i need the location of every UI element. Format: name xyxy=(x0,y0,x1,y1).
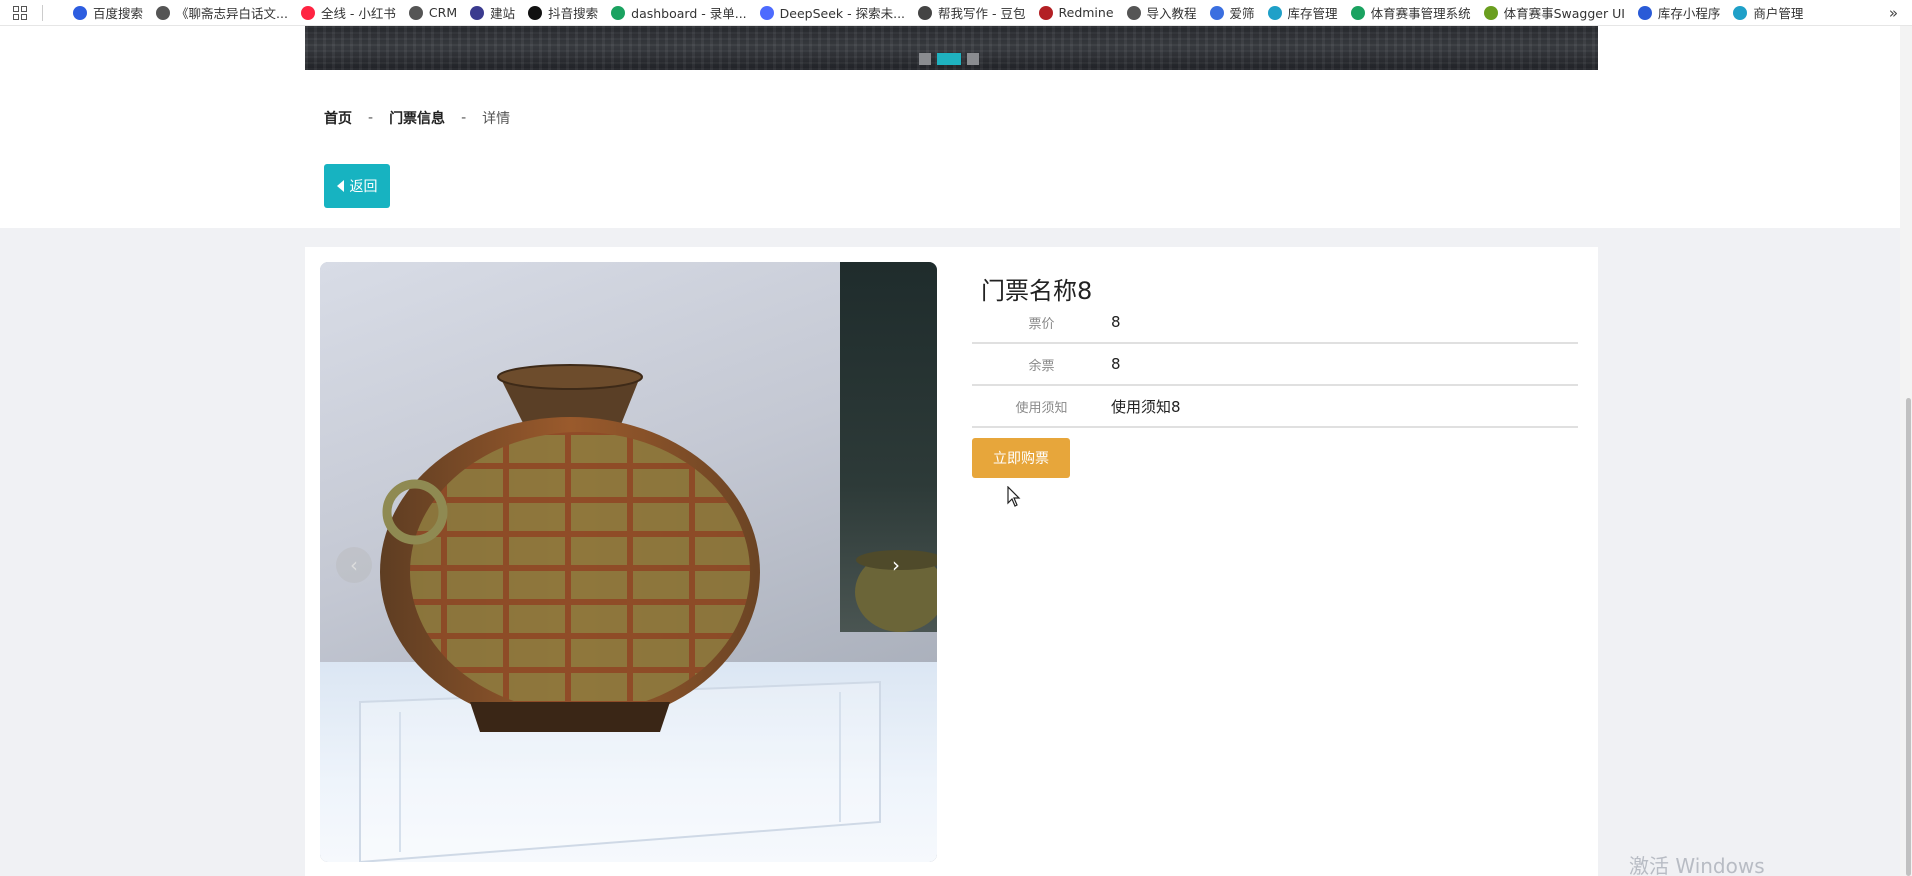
bookmark-item[interactable]: 体育赛事管理系统 xyxy=(1350,3,1471,22)
swagger-icon xyxy=(1483,5,1498,20)
globe-icon xyxy=(156,5,171,20)
carousel-dot[interactable] xyxy=(967,53,979,65)
xiaohongshu-icon xyxy=(300,5,315,20)
bookmark-label: CRM xyxy=(428,5,458,20)
bookmark-item[interactable]: 百度搜索 xyxy=(73,3,143,22)
bookmark-item[interactable]: 体育赛事Swagger UI xyxy=(1483,3,1625,22)
breadcrumb-current: 详情 xyxy=(482,111,511,127)
aishai-icon xyxy=(1209,5,1224,20)
bookmark-item[interactable]: 建站 xyxy=(470,3,515,22)
bookmark-list: 百度搜索 《聊斋志异白话文... 全线 - 小红书 CRM 建站 抖音搜索 dashboar… xyxy=(73,3,1816,22)
price-row: 票价 8 xyxy=(972,302,1578,344)
breadcrumb-separator: - xyxy=(368,110,374,126)
bookmark-item[interactable]: 库存管理 xyxy=(1267,3,1338,22)
price-label: 票价 xyxy=(1028,316,1055,332)
breadcrumb-home[interactable]: 首页 xyxy=(324,108,352,128)
carousel-prev-button[interactable]: ‹ xyxy=(336,547,372,583)
bookmarks-overflow-icon[interactable]: » xyxy=(1889,4,1898,22)
bookmark-label: 体育赛事Swagger UI xyxy=(1503,6,1625,21)
mountain-icon xyxy=(1637,5,1652,20)
remaining-value: 8 xyxy=(1111,355,1121,373)
breadcrumb-separator: - xyxy=(461,110,467,126)
bookmark-item[interactable]: CRM xyxy=(408,5,458,20)
bookmark-item[interactable]: 导入教程 xyxy=(1126,3,1197,22)
banner-carousel xyxy=(305,26,1598,70)
remaining-row: 余票 8 xyxy=(972,344,1578,386)
buy-ticket-button[interactable]: 立即购票 xyxy=(972,438,1070,478)
back-button[interactable]: 返回 xyxy=(324,164,390,208)
back-button-label: 返回 xyxy=(349,179,378,195)
bookmark-label: 导入教程 xyxy=(1146,6,1197,21)
carousel-next-button[interactable]: › xyxy=(878,547,914,583)
leaf-icon xyxy=(611,5,626,20)
tiktok-icon xyxy=(528,5,543,20)
bookmark-label: 百度搜索 xyxy=(93,6,144,21)
bookmarks-divider xyxy=(42,5,43,21)
price-value: 8 xyxy=(1111,313,1121,331)
scrollbar-thumb[interactable] xyxy=(1906,398,1911,876)
bookmark-label: 抖音搜索 xyxy=(548,6,599,21)
bookmark-label: DeepSeek - 探索未... xyxy=(779,6,906,21)
bookmark-label: 全线 - 小红书 xyxy=(320,6,396,21)
image-carousel: ‹ › xyxy=(320,262,937,862)
bookmark-item[interactable]: 爱筛 xyxy=(1209,3,1255,22)
caret-left-icon xyxy=(336,180,344,192)
notice-row: 使用须知 使用须知8 xyxy=(972,386,1578,428)
bookmark-item[interactable]: 商户管理 xyxy=(1733,3,1803,22)
bookmark-label: 库存小程序 xyxy=(1657,6,1721,21)
bookmark-label: 库存管理 xyxy=(1287,6,1338,21)
leaf-icon xyxy=(1350,5,1365,20)
bookmark-item[interactable]: 帮我写作 - 豆包 xyxy=(918,3,1026,22)
breadcrumb: 首页 - 门票信息 - 详情 xyxy=(324,108,510,128)
mouse-cursor-icon xyxy=(1007,486,1021,507)
bookmark-label: 《聊斋志异白话文... xyxy=(176,6,288,21)
carousel-indicators xyxy=(919,53,979,65)
globe-icon xyxy=(1126,5,1141,20)
bookmark-label: 商户管理 xyxy=(1753,6,1804,21)
bookmark-label: 帮我写作 - 豆包 xyxy=(938,6,1026,21)
bookmark-item[interactable]: 抖音搜索 xyxy=(528,3,598,22)
ticket-info-table: 票价 8 余票 8 使用须知 使用须知8 xyxy=(972,302,1578,428)
bookmark-item[interactable]: 《聊斋志异白话文... xyxy=(156,3,288,22)
notice-value: 使用须知8 xyxy=(1111,397,1181,416)
carousel-dot[interactable] xyxy=(919,53,931,65)
baidu-icon xyxy=(73,5,87,20)
bronze-vessel-photo xyxy=(359,364,937,862)
activation-watermark: 激活 Windows xyxy=(1629,854,1765,876)
bookmark-item[interactable]: Redmine xyxy=(1038,5,1114,20)
breadcrumb-ticket-info[interactable]: 门票信息 xyxy=(389,108,445,128)
bookmark-label: 建站 xyxy=(490,6,516,21)
bookmark-item[interactable]: 库存小程序 xyxy=(1637,3,1721,22)
bookmarks-bar: 百度搜索 《聊斋志异白话文... 全线 - 小红书 CRM 建站 抖音搜索 dashboar… xyxy=(0,0,1912,26)
site-icon xyxy=(470,5,485,20)
bookmark-label: Redmine xyxy=(1058,5,1114,20)
app-icon xyxy=(1267,5,1282,20)
apps-grid-icon[interactable] xyxy=(13,5,27,20)
deepseek-icon xyxy=(759,5,774,20)
doubao-icon xyxy=(918,5,933,20)
bookmark-label: dashboard - 录单... xyxy=(631,6,747,21)
globe-icon xyxy=(408,5,423,20)
redmine-icon xyxy=(1038,5,1053,20)
bookmark-item[interactable]: dashboard - 录单... xyxy=(611,3,747,22)
notice-label: 使用须知 xyxy=(1015,400,1068,416)
ticket-title: 门票名称8 xyxy=(981,277,1093,305)
bookmark-label: 爱筛 xyxy=(1229,6,1255,21)
bookmark-item[interactable]: DeepSeek - 探索未... xyxy=(759,3,906,22)
carousel-dot-active[interactable] xyxy=(937,53,961,65)
app-icon xyxy=(1733,5,1748,20)
remaining-label: 余票 xyxy=(1028,358,1055,374)
bookmark-label: 体育赛事管理系统 xyxy=(1370,6,1471,21)
bookmark-item[interactable]: 全线 - 小红书 xyxy=(300,3,396,22)
